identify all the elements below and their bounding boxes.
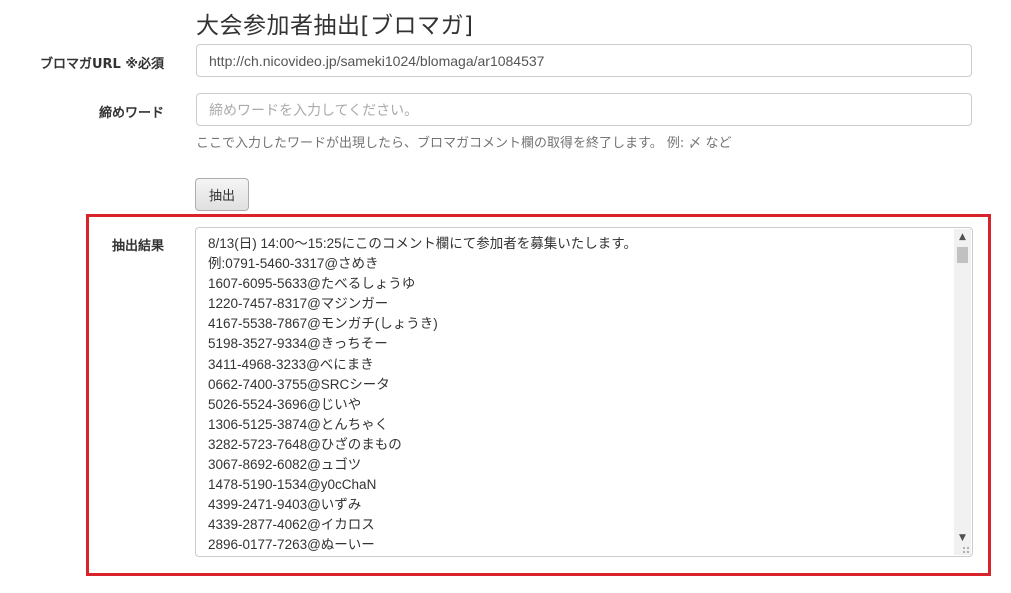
result-text[interactable]: 8/13(日) 14:00～15:25にこのコメント欄にて参加者を募集いたします… — [208, 234, 950, 556]
result-line: 1306-5125-3874@とんちゃく — [208, 416, 389, 432]
result-line: 4339-2877-4062@イカロス — [208, 517, 375, 533]
page-title: 大会参加者抽出[ブロマガ] — [196, 13, 474, 39]
resize-grip-icon[interactable] — [962, 546, 970, 554]
result-scrollbar[interactable]: ▲ ▼ — [954, 229, 971, 555]
result-line: 0662-7400-3755@SRCシータ — [208, 376, 390, 392]
result-line: 1607-6095-5633@たべるしょうゆ — [208, 276, 416, 292]
result-line: 1220-7457-8317@マジンガー — [208, 296, 389, 312]
result-line: 3282-5723-7648@ひざのまもの — [208, 436, 402, 452]
result-line: 例:0791-5460-3317@さめき — [208, 256, 379, 272]
result-line: 3067-8692-6082@ュゴツ — [208, 457, 362, 473]
scrollbar-thumb[interactable] — [957, 247, 968, 263]
result-line: 5026-5524-3696@じいや — [208, 396, 362, 412]
scroll-up-icon[interactable]: ▲ — [954, 229, 971, 246]
result-line: 8/13(日) 14:00～15:25にこのコメント欄にて参加者を募集いたします… — [208, 236, 637, 251]
result-line: 5198-3527-9334@きっちそー — [208, 336, 388, 352]
result-line: 1478-5190-1534@y0cChaN — [208, 477, 377, 493]
result-line: 4399-2471-9403@いずみ — [208, 497, 362, 513]
keyword-help-text: ここで入力したワードが出現したら、ブロマガコメント欄の取得を終了します。 例: … — [196, 136, 732, 151]
result-line: 3411-4968-3233@べにまき — [208, 356, 374, 372]
keyword-input[interactable] — [196, 93, 972, 126]
result-label: 抽出結果 — [111, 239, 164, 254]
keyword-label: 締めワード — [98, 106, 164, 121]
result-line: 4167-5538-7867@モンガチ(しょうき) — [208, 316, 438, 332]
extract-button[interactable]: 抽出 — [195, 178, 249, 211]
url-label: ブロマガURL ※必須 — [39, 57, 164, 72]
url-input[interactable] — [196, 44, 972, 77]
result-line: 2896-0177-7263@ぬーいー — [208, 537, 375, 553]
result-textarea[interactable]: 8/13(日) 14:00～15:25にこのコメント欄にて参加者を募集いたします… — [195, 227, 973, 557]
scroll-down-icon[interactable]: ▼ — [954, 530, 971, 547]
